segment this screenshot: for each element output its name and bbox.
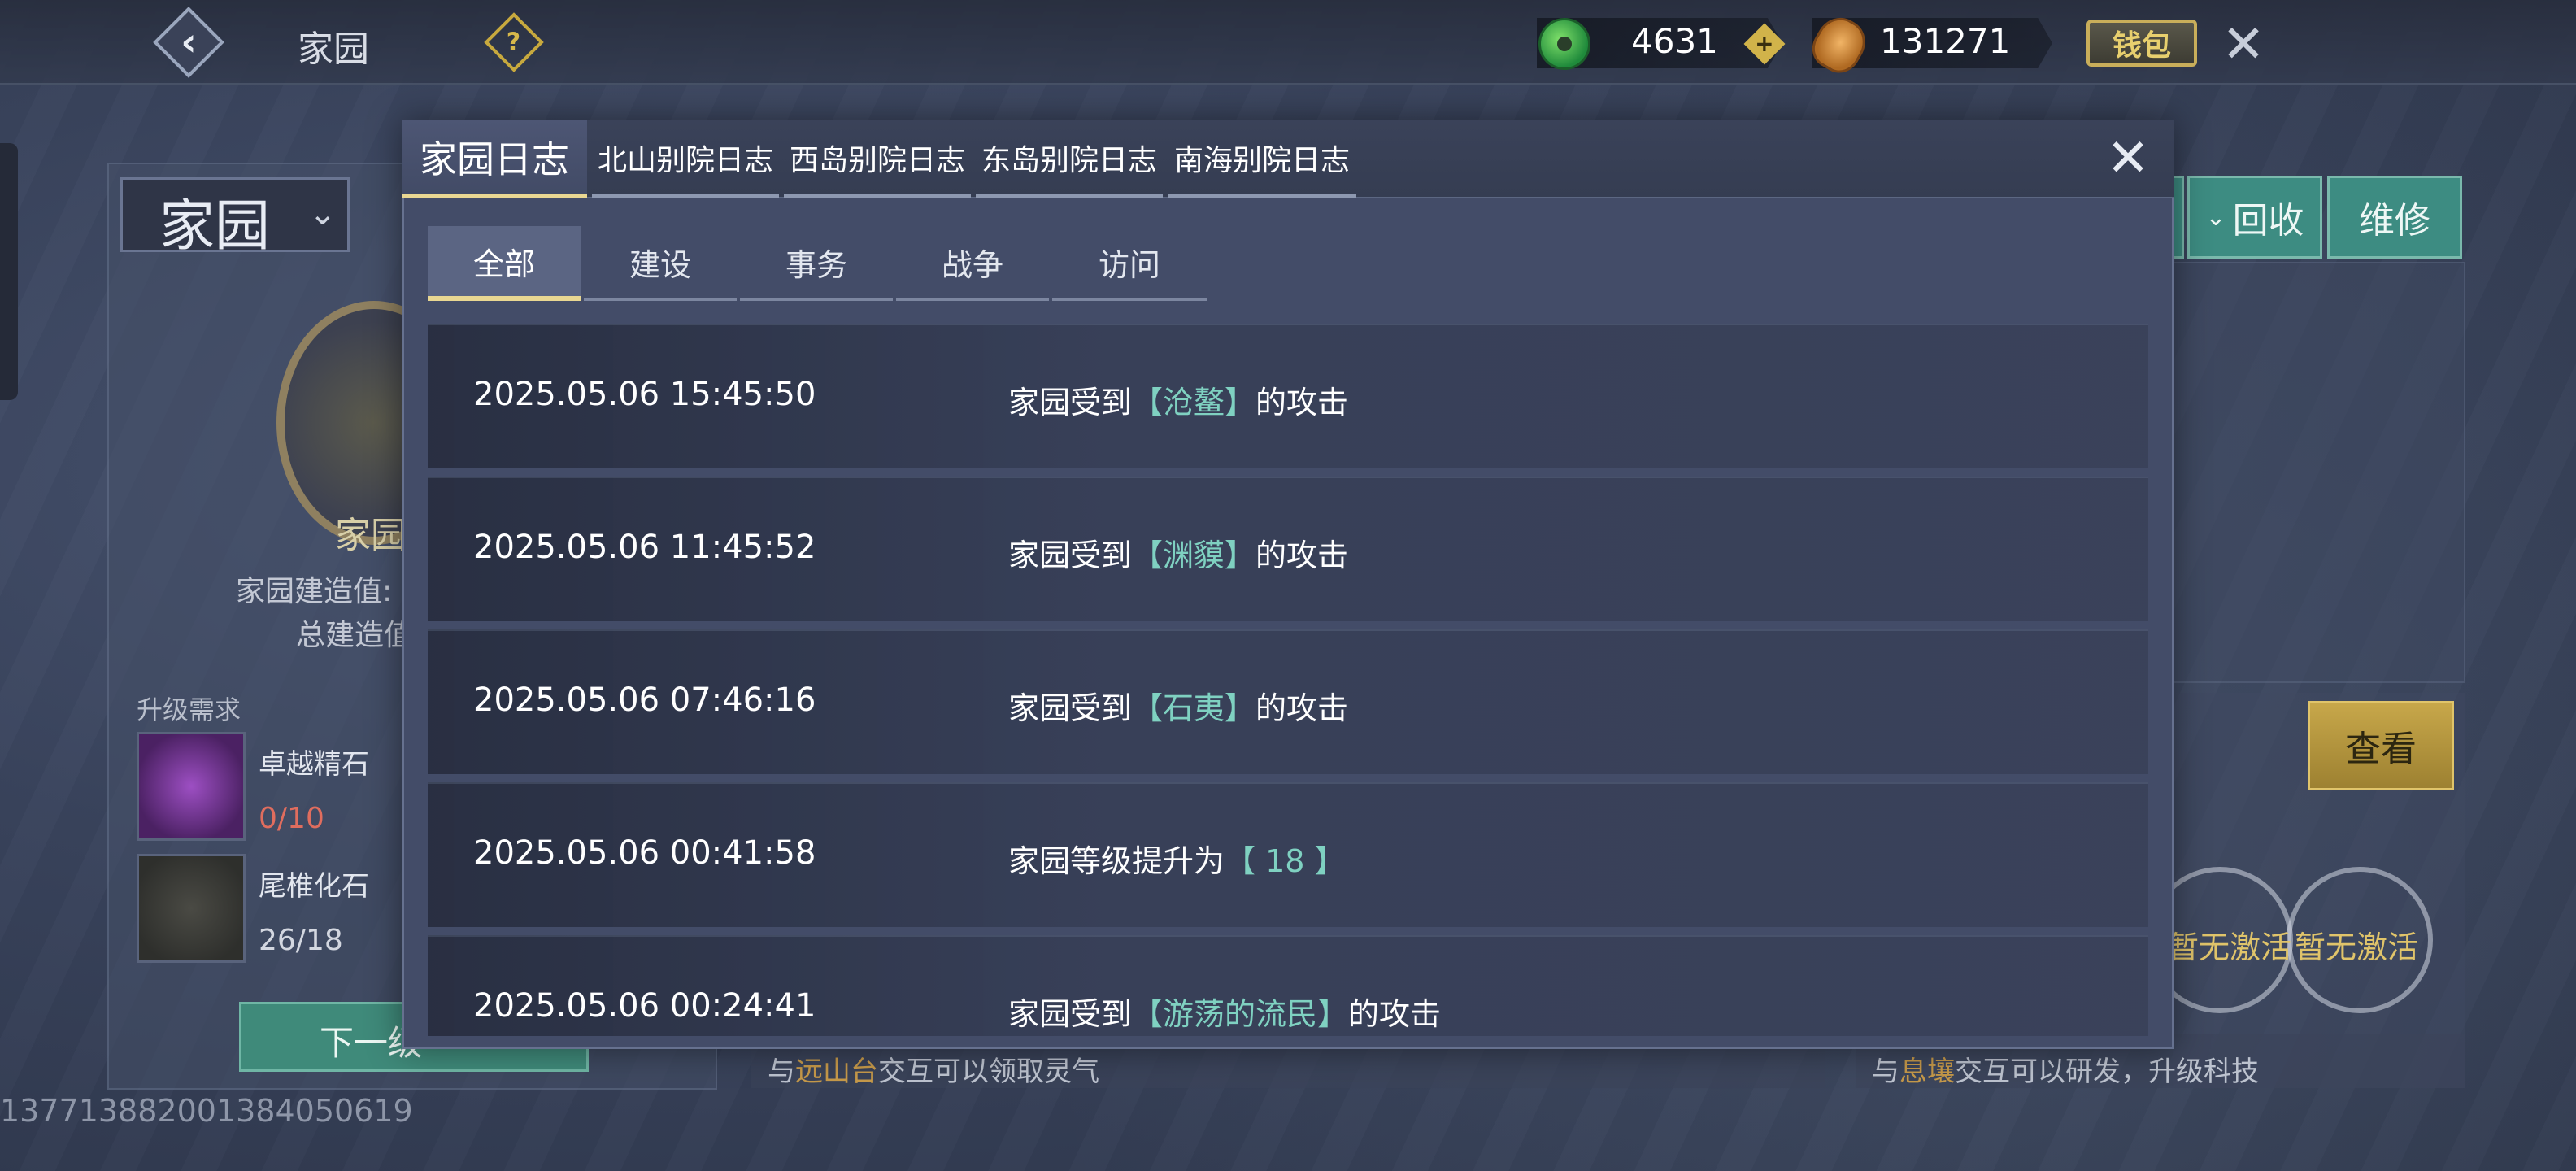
plus-icon: + xyxy=(1755,30,1774,57)
spirit-hint: 与远山台交互可以领取灵气 xyxy=(768,1049,1099,1089)
log-prefix: 家园受到 xyxy=(1008,996,1133,1032)
total-build-label: 总建造值 xyxy=(296,619,414,652)
recycle-button[interactable]: ⌄ 回收 xyxy=(2187,176,2322,259)
log-tag: 【渊貘】 xyxy=(1132,538,1256,573)
item-count: 0/10 xyxy=(259,802,324,835)
view-button[interactable]: 查看 xyxy=(2308,701,2454,790)
close-icon: ✕ xyxy=(2106,128,2150,189)
tab-home-log[interactable]: 家园日志 xyxy=(402,120,587,198)
log-suffix: 的攻击 xyxy=(1348,996,1442,1032)
log-suffix: 的攻击 xyxy=(1255,690,1349,726)
item-name: 尾椎化石 xyxy=(259,870,369,903)
item-count: 26/18 xyxy=(259,924,343,957)
wallet-button[interactable]: 钱包 xyxy=(2086,20,2197,67)
hint-place: 远山台 xyxy=(795,1056,878,1088)
item-name: 卓越精石 xyxy=(259,748,369,781)
repair-button[interactable]: 维修 xyxy=(2327,176,2462,259)
log-message: 家园等级提升为【 18 】 xyxy=(1008,836,1346,881)
log-prefix: 家园受到 xyxy=(1008,690,1133,726)
build-value-label: 家园建造值: xyxy=(236,575,393,608)
log-tag: 【石夷】 xyxy=(1132,690,1256,726)
right-info-panel xyxy=(2173,262,2465,683)
filter-tab-all[interactable]: 全部 xyxy=(428,226,581,301)
log-message: 家园受到【渊貘】的攻击 xyxy=(1008,530,1348,575)
hint-text: 与 xyxy=(1872,1056,1899,1088)
log-time: 2025.05.06 07:46:16 xyxy=(473,681,816,719)
log-time: 2025.05.06 11:45:52 xyxy=(473,529,816,566)
upgrade-requirements-label: 升级需求 xyxy=(137,694,242,725)
log-prefix: 家园受到 xyxy=(1008,385,1133,420)
recycle-label: 回收 xyxy=(2232,200,2304,242)
side-drawer-handle[interactable] xyxy=(0,143,18,400)
hint-place: 息壤 xyxy=(1899,1056,1955,1088)
inactive-label: 暂无激活 xyxy=(2168,929,2292,965)
hint-text: 交互可以领取灵气 xyxy=(878,1056,1099,1088)
log-entry: 2025.05.06 11:45:52 家园受到【渊貘】的攻击 xyxy=(428,477,2148,621)
player-id: 1377138820013840506​19 xyxy=(0,1093,413,1129)
emblem-label: 家园 xyxy=(335,515,407,556)
log-prefix: 家园受到 xyxy=(1008,538,1133,573)
jade-value: 4631 xyxy=(1631,21,1718,61)
log-tag: 【游荡的流民】 xyxy=(1132,996,1349,1032)
chevron-down-icon: ⌄ xyxy=(2205,202,2226,232)
log-time: 2025.05.06 15:45:50 xyxy=(473,376,816,413)
filter-tab-build[interactable]: 建设 xyxy=(584,226,737,301)
log-suffix: 的攻击 xyxy=(1255,538,1349,573)
log-time: 2025.05.06 00:24:41 xyxy=(473,987,816,1025)
log-message: 家园受到【石夷】的攻击 xyxy=(1008,683,1348,728)
back-button[interactable]: ‹ xyxy=(151,5,226,80)
jade-coin-icon xyxy=(1538,18,1590,70)
log-entry: 2025.05.06 00:41:58 家园等级提升为【 18 】 xyxy=(428,782,2148,927)
log-time: 2025.05.06 00:41:58 xyxy=(473,834,816,872)
inactive-label: 暂无激活 xyxy=(2295,929,2419,965)
fossil-item-icon[interactable] xyxy=(137,854,246,963)
log-suffix: 的攻击 xyxy=(1255,385,1349,420)
tab-north-mountain-log[interactable]: 北山别院日志 xyxy=(592,120,779,198)
gem-item-icon[interactable] xyxy=(137,732,246,841)
log-message: 家园受到【沧鳌】的攻击 xyxy=(1008,377,1348,422)
log-message: 家园受到【游荡的流民】的攻击 xyxy=(1008,989,1441,1034)
back-icon: ‹ xyxy=(181,20,197,65)
filter-tab-affairs[interactable]: 事务 xyxy=(740,226,893,301)
tab-south-sea-log[interactable]: 南海别院日志 xyxy=(1168,120,1356,198)
shell-value: 131271 xyxy=(1880,21,2011,61)
hint-text: 交互可以研发，升级科技 xyxy=(1955,1056,2259,1088)
log-tag: 【 18 】 xyxy=(1225,843,1346,879)
log-prefix: 家园等级提升为 xyxy=(1008,843,1225,879)
filter-tab-war[interactable]: 战争 xyxy=(896,226,1049,301)
log-entry: 2025.05.06 07:46:16 家园受到【石夷】的攻击 xyxy=(428,629,2148,774)
close-page-button[interactable]: ✕ xyxy=(2213,15,2274,75)
log-entry: 2025.05.06 15:45:50 家园受到【沧鳌】的攻击 xyxy=(428,324,2148,468)
tab-west-island-log[interactable]: 西岛别院日志 xyxy=(784,120,971,198)
log-tag: 【沧鳌】 xyxy=(1132,385,1256,420)
help-icon: ? xyxy=(507,28,521,57)
hint-text: 与 xyxy=(768,1056,795,1088)
close-dialog-button[interactable]: ✕ xyxy=(2100,128,2156,189)
close-icon: ✕ xyxy=(2221,15,2265,75)
home-selector-label: 家园 xyxy=(159,194,271,259)
filter-tab-visit[interactable]: 访问 xyxy=(1052,226,1207,301)
log-entry: 2025.05.06 00:24:41 家园受到【游荡的流民】的攻击 xyxy=(428,935,2148,1036)
page-title: 家园 xyxy=(298,28,369,70)
tab-east-island-log[interactable]: 东岛别院日志 xyxy=(976,120,1163,198)
tech-hint: 与息壤交互可以研发，升级科技 xyxy=(1872,1049,2259,1089)
chevron-down-icon: ⌄ xyxy=(309,195,337,233)
log-list[interactable]: 2025.05.06 15:45:50 家园受到【沧鳌】的攻击 2025.05.… xyxy=(428,324,2148,1036)
